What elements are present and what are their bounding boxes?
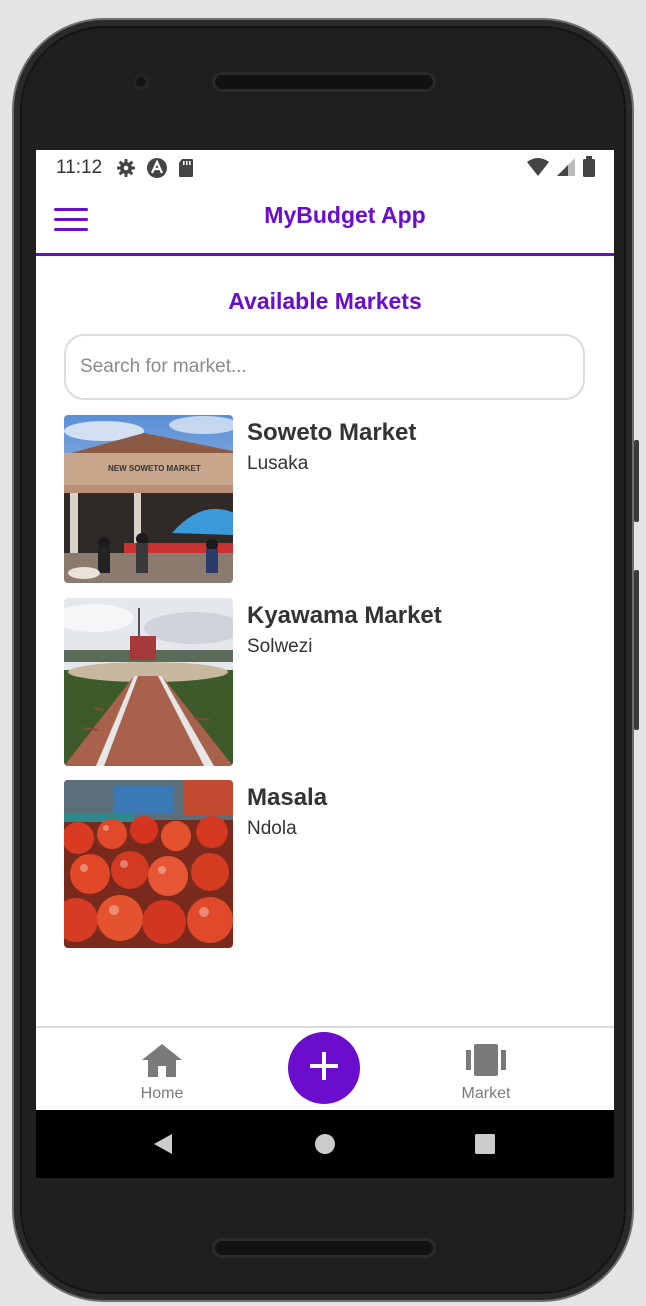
signal-icon — [556, 157, 576, 182]
market-icon — [464, 1044, 508, 1082]
volume-button — [634, 570, 639, 730]
bottom-speaker — [212, 1238, 436, 1258]
market-name: Kyawama Market — [247, 602, 442, 629]
market-list-item[interactable]: Masala Ndola — [64, 780, 594, 948]
tomatoes-photo — [64, 780, 233, 948]
market-list-item[interactable]: Kyawama Market Solwezi — [64, 598, 594, 766]
market-name: Soweto Market — [247, 419, 417, 446]
market-city: Lusaka — [247, 453, 309, 474]
nav-home[interactable]: Home — [107, 1042, 217, 1103]
recents-square-icon[interactable] — [474, 1132, 496, 1161]
add-button[interactable] — [288, 1032, 360, 1104]
market-city: Solwezi — [247, 636, 313, 657]
nav-market-label: Market — [461, 1085, 511, 1102]
nav-home-label: Home — [140, 1085, 184, 1102]
a-circle-icon — [146, 157, 168, 179]
front-camera — [133, 74, 149, 90]
home-icon — [140, 1044, 184, 1082]
sd-card-icon — [178, 158, 194, 178]
app-screen: 11:12 MyBudget App Available Markets Sea… — [36, 150, 614, 1178]
paved-walkway-photo — [64, 598, 233, 766]
system-navigation-bar — [36, 1110, 614, 1178]
market-building-photo: NEW SOWETO MARKET — [64, 415, 233, 583]
plus-icon — [307, 1049, 341, 1088]
earpiece-speaker — [212, 72, 436, 92]
market-name: Masala — [247, 784, 328, 811]
wifi-icon — [526, 157, 550, 182]
status-bar: 11:12 — [36, 150, 614, 186]
status-time: 11:12 — [56, 157, 103, 178]
market-list-item[interactable]: NEW SOWETO MARKET Soweto Market Lusaka — [64, 415, 594, 583]
back-icon[interactable] — [152, 1132, 174, 1161]
search-input[interactable] — [64, 334, 585, 400]
section-title: Available Markets — [228, 288, 422, 314]
app-bar: MyBudget App — [36, 186, 614, 256]
gear-icon — [116, 158, 136, 178]
market-city: Ndola — [247, 818, 297, 839]
app-title: MyBudget App — [264, 202, 426, 228]
svg-text:NEW SOWETO MARKET: NEW SOWETO MARKET — [108, 464, 201, 473]
battery-icon — [582, 156, 596, 183]
power-button — [634, 440, 639, 522]
status-right-icons — [526, 156, 596, 183]
home-circle-icon[interactable] — [314, 1132, 336, 1161]
nav-market[interactable]: Market — [431, 1042, 541, 1103]
